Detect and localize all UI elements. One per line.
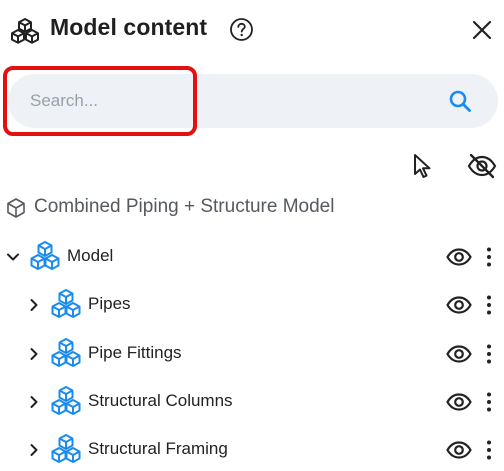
model-cubes-icon bbox=[30, 241, 60, 270]
tree-item-label: Model bbox=[67, 246, 114, 265]
eye-icon[interactable] bbox=[446, 247, 472, 267]
more-options-icon[interactable] bbox=[482, 439, 496, 461]
chevron-right-icon[interactable] bbox=[26, 346, 42, 362]
more-options-icon[interactable] bbox=[482, 246, 496, 268]
model-root-label: Combined Piping + Structure Model bbox=[34, 196, 335, 217]
panel-header: Model content bbox=[0, 0, 504, 60]
chevron-right-icon[interactable] bbox=[26, 442, 42, 458]
tree-row-structural-framing[interactable]: Structural Framing bbox=[0, 430, 504, 470]
model-root-row: Combined Piping + Structure Model bbox=[0, 192, 504, 224]
more-options-icon[interactable] bbox=[482, 343, 496, 365]
tree-item-label: Pipes bbox=[88, 294, 131, 313]
model-cubes-icon bbox=[51, 434, 81, 463]
cube-outline-icon bbox=[7, 198, 25, 218]
tree-row-pipe-fittings[interactable]: Pipe Fittings bbox=[0, 334, 504, 374]
model-cubes-icon bbox=[51, 386, 81, 415]
more-options-icon[interactable] bbox=[482, 391, 496, 413]
eye-icon[interactable] bbox=[446, 440, 472, 460]
eye-icon[interactable] bbox=[446, 392, 472, 412]
tree-item-label: Pipe Fittings bbox=[88, 343, 182, 362]
tree-item-label: Structural Framing bbox=[88, 439, 228, 458]
model-cubes-icon bbox=[51, 289, 81, 318]
tree-row-pipes[interactable]: Pipes bbox=[0, 285, 504, 325]
search-icon[interactable] bbox=[448, 89, 472, 113]
chevron-down-icon[interactable] bbox=[5, 249, 21, 265]
close-icon[interactable] bbox=[470, 18, 494, 42]
tree-row-model[interactable]: Model bbox=[0, 237, 504, 277]
more-options-icon[interactable] bbox=[482, 294, 496, 316]
model-cubes-icon bbox=[51, 338, 81, 367]
search-highlight-box bbox=[3, 66, 197, 136]
eye-icon[interactable] bbox=[446, 344, 472, 364]
cubes-logo-icon bbox=[11, 18, 39, 44]
tree-item-label: Structural Columns bbox=[88, 391, 233, 410]
eye-icon[interactable] bbox=[446, 295, 472, 315]
tree-row-structural-columns[interactable]: Structural Columns bbox=[0, 382, 504, 422]
chevron-right-icon[interactable] bbox=[26, 297, 42, 313]
help-circle-icon[interactable] bbox=[229, 17, 254, 42]
panel-title: Model content bbox=[50, 14, 208, 40]
chevron-right-icon[interactable] bbox=[26, 394, 42, 410]
cursor-icon[interactable] bbox=[410, 152, 434, 180]
eye-off-icon[interactable] bbox=[467, 152, 497, 180]
